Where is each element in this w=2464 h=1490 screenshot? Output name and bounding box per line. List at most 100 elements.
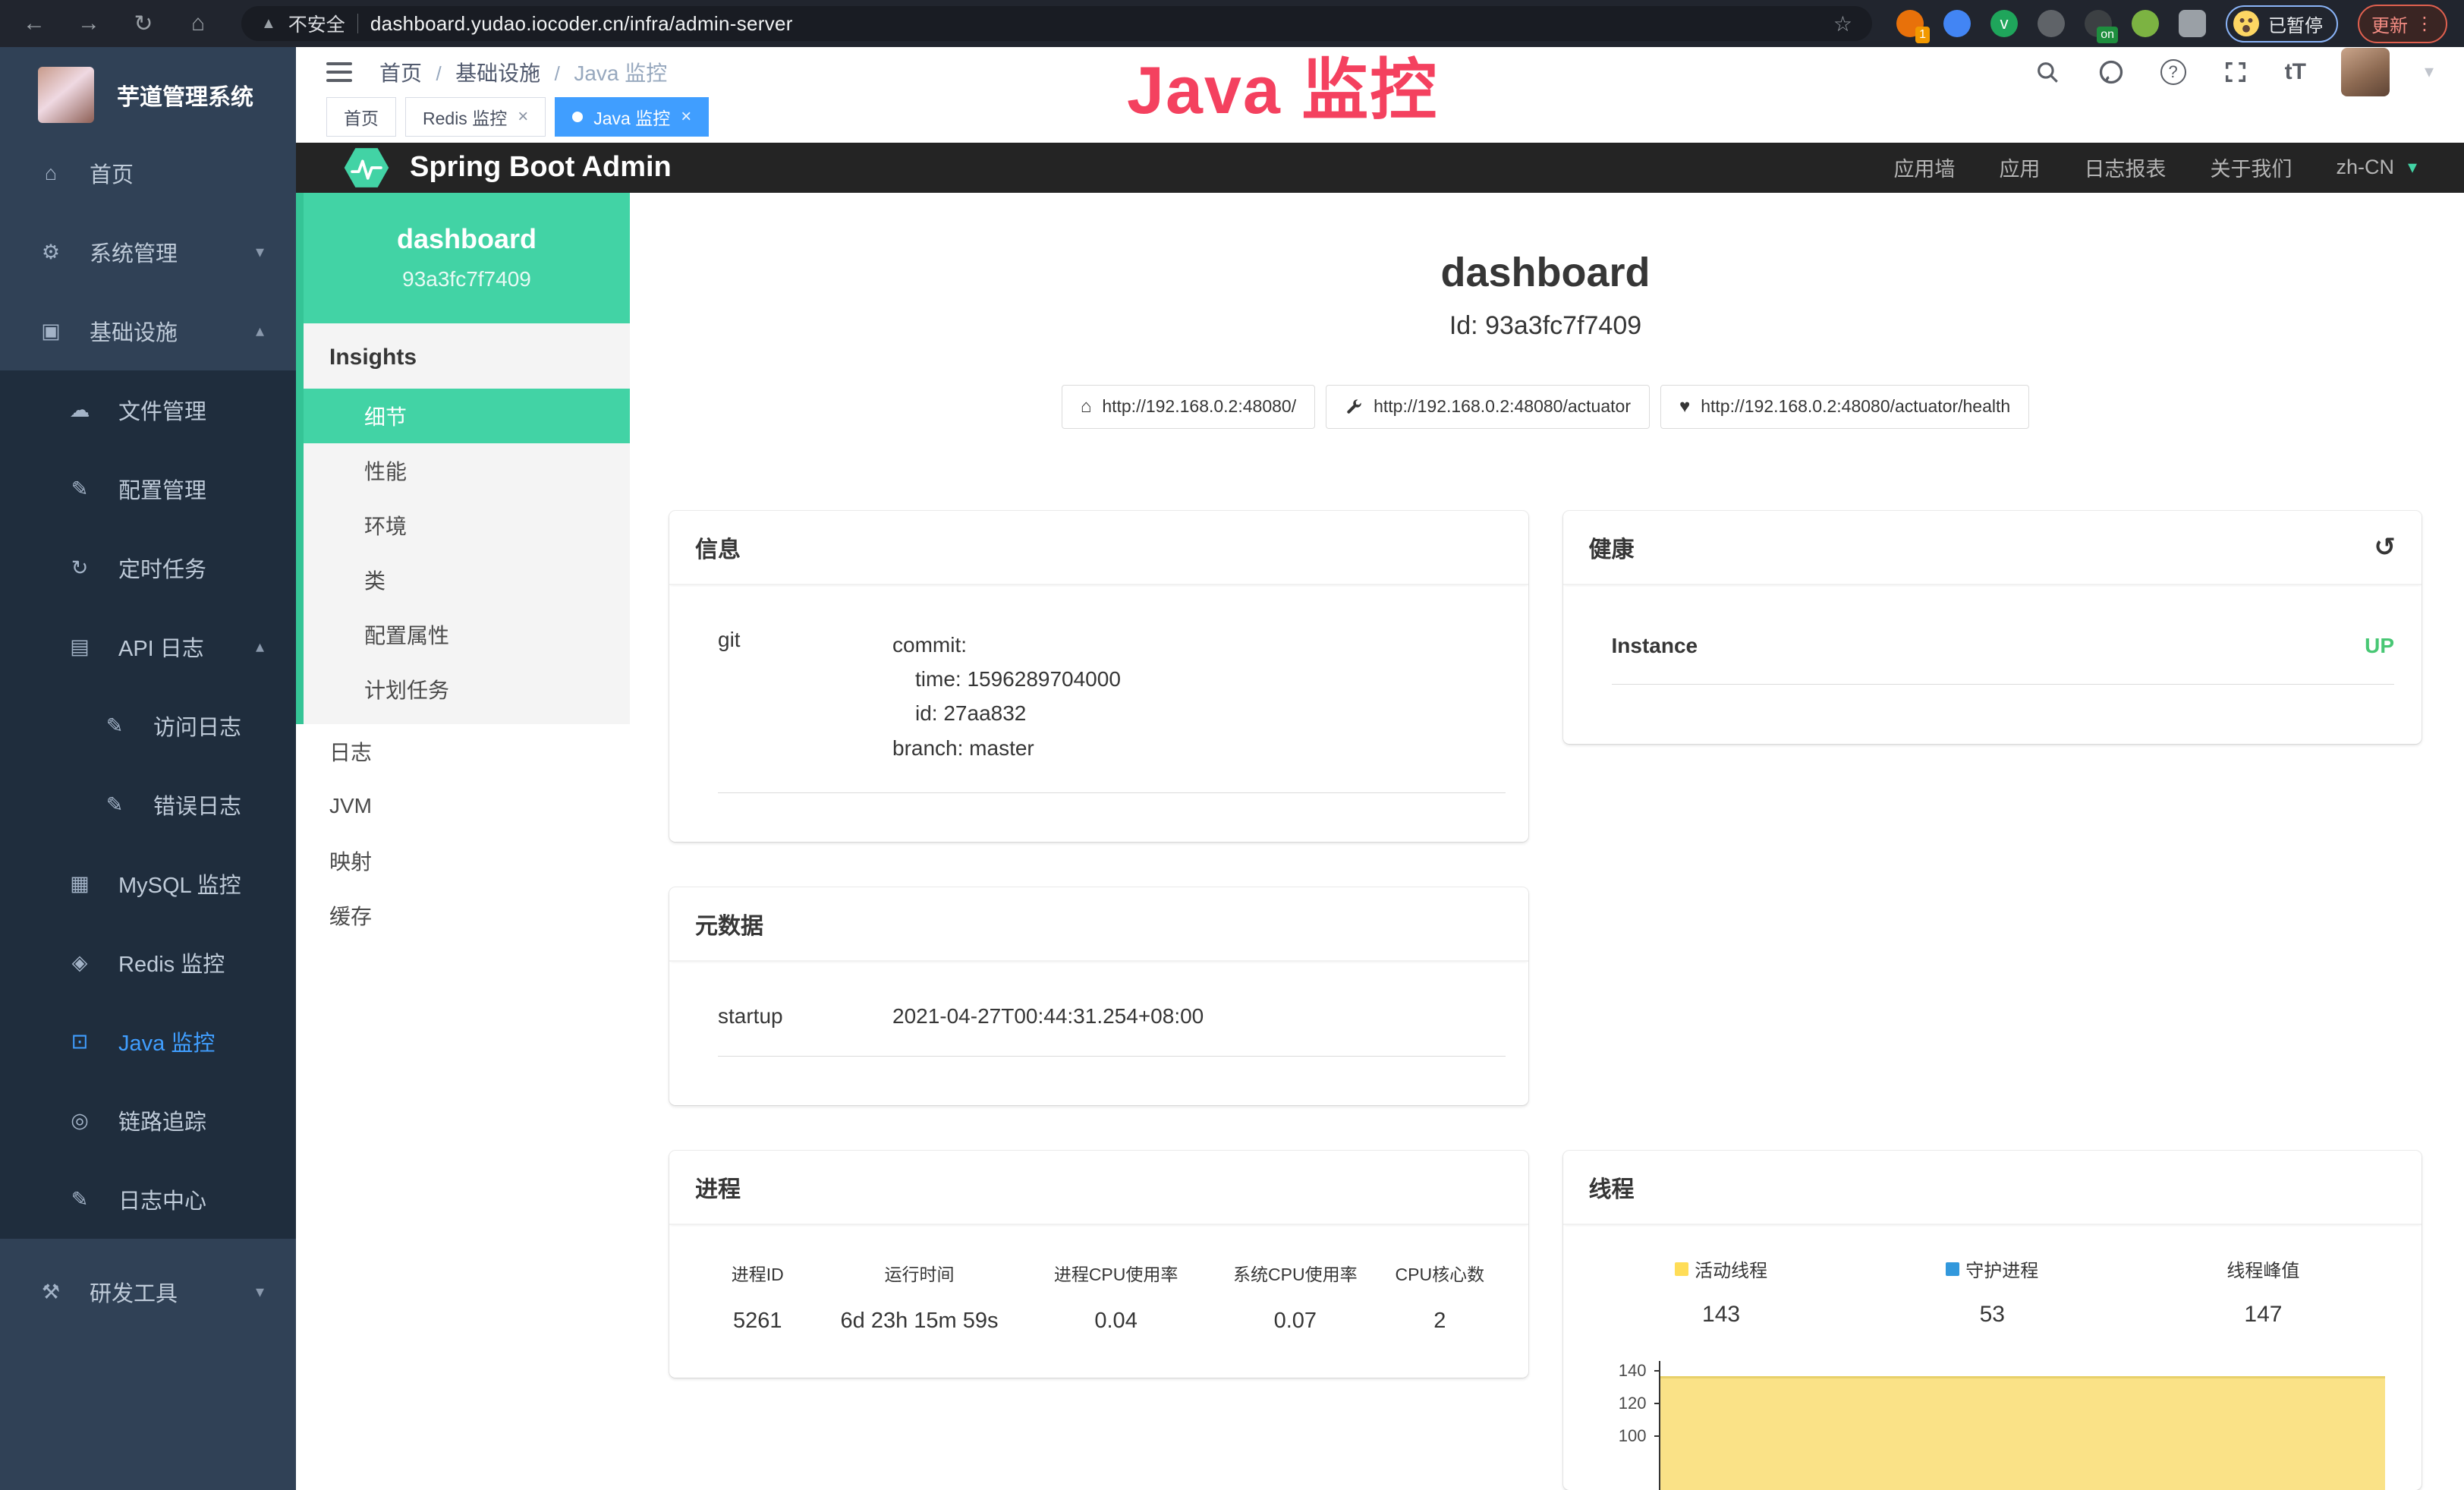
bookmark-star-icon[interactable]: ☆ [1833, 11, 1852, 36]
help-icon[interactable]: ? [2160, 59, 2186, 85]
history-icon[interactable]: ↺ [2374, 532, 2396, 562]
ext-icon-grid[interactable] [2038, 10, 2065, 37]
edit-icon: ✎ [67, 477, 93, 501]
browser-forward-icon[interactable]: → [71, 11, 106, 36]
sidebar-item-label: 首页 [90, 157, 134, 189]
sba-nav-applications[interactable]: 应用 [1999, 153, 2040, 182]
chevron-down-icon: ▾ [256, 1282, 264, 1302]
url-text[interactable]: dashboard.yudao.iocoder.cn/infra/admin-s… [370, 12, 793, 36]
sba-item-details[interactable]: 细节 [304, 389, 630, 443]
browser-back-icon[interactable]: ← [17, 11, 52, 36]
sidebar-item-scheduled-jobs[interactable]: ↻ 定时任务 [0, 528, 296, 607]
breadcrumb-infra[interactable]: 基础设施 [455, 61, 540, 85]
security-label[interactable]: 不安全 [288, 10, 345, 37]
browser-menu-icon[interactable]: ⋮ [2415, 13, 2434, 35]
close-icon[interactable]: × [681, 106, 691, 128]
ext-icon-green-leaf[interactable] [2132, 10, 2159, 37]
ext-icon-blue-pin[interactable] [1943, 10, 1971, 37]
process-col-header: 进程ID [700, 1260, 815, 1286]
breadcrumb-home[interactable]: 首页 [379, 61, 422, 85]
instance-id-line: Id: 93a3fc7f7409 [669, 311, 2422, 341]
search-icon[interactable] [2033, 58, 2062, 87]
tab-java-monitor[interactable]: Java 监控 × [555, 97, 709, 137]
sba-nav-journal[interactable]: 日志报表 [2084, 153, 2166, 182]
github-icon[interactable] [2097, 58, 2126, 87]
screen-icon: ⊡ [67, 1030, 93, 1054]
puzzle-extensions-icon[interactable] [2179, 10, 2206, 37]
sba-item-scheduled-tasks[interactable]: 计划任务 [304, 662, 630, 717]
security-warning-icon[interactable]: ▲ [261, 15, 276, 33]
sidebar-item-java-monitor[interactable]: ⊡ Java 监控 [0, 1002, 296, 1081]
sidebar-item-infra[interactable]: ▣ 基础设施 ▴ [0, 291, 296, 370]
sidebar-item-dev-tools[interactable]: ⚒ 研发工具 ▾ [0, 1252, 296, 1331]
address-bar[interactable]: ▲ 不安全 dashboard.yudao.iocoder.cn/infra/a… [241, 6, 1872, 41]
sidebar-item-api-log[interactable]: ▤ API 日志 ▴ [0, 607, 296, 686]
app-logo-row[interactable]: 芋道管理系统 [0, 47, 296, 134]
health-url-button[interactable]: ♥ http://192.168.0.2:48080/actuator/heal… [1660, 385, 2029, 429]
legend-label: 活动线程 [1695, 1255, 1767, 1282]
sidebar-item-redis-monitor[interactable]: ◈ Redis 监控 [0, 923, 296, 1002]
profile-paused-chip[interactable]: 已暂停 [2226, 5, 2338, 43]
app-title: 芋道管理系统 [117, 78, 253, 112]
sba-item-classes[interactable]: 类 [304, 553, 630, 607]
sba-item-metrics[interactable]: 性能 [304, 443, 630, 498]
process-cpu-value: 0.04 [1024, 1309, 1209, 1334]
breadcrumb-current: Java 监控 [574, 61, 667, 85]
sidebar-item-log-center[interactable]: ✎ 日志中心 [0, 1160, 296, 1239]
sidebar-item-file-manage[interactable]: ☁ 文件管理 [0, 370, 296, 449]
font-size-icon[interactable]: tT [2285, 59, 2306, 85]
ext-icon-orange[interactable]: 1 [1896, 10, 1924, 37]
sidebar-item-label: 文件管理 [118, 394, 206, 426]
paused-label: 已暂停 [2268, 11, 2323, 37]
hamburger-icon[interactable] [326, 62, 352, 82]
tab-redis-monitor[interactable]: Redis 监控 × [405, 97, 546, 137]
sidebar-item-access-log[interactable]: ✎ 访问日志 [0, 686, 296, 765]
chevron-up-icon: ▴ [256, 321, 264, 341]
sba-section-label: Insights [304, 323, 630, 389]
sba-item-mappings[interactable]: 映射 [296, 833, 630, 888]
sidebar-item-error-log[interactable]: ✎ 错误日志 [0, 765, 296, 844]
sba-item-logging[interactable]: 日志 [296, 724, 630, 779]
browser-home-icon[interactable]: ⌂ [181, 11, 216, 36]
database-icon: ▦ [67, 872, 93, 896]
close-icon[interactable]: × [518, 106, 528, 128]
sba-brand-title[interactable]: Spring Boot Admin [410, 151, 672, 184]
sba-item-environment[interactable]: 环境 [304, 498, 630, 553]
sba-item-config-props[interactable]: 配置属性 [304, 607, 630, 662]
sba-item-caches[interactable]: 缓存 [296, 888, 630, 943]
sidebar-item-label: Redis 监控 [118, 947, 225, 978]
active-tab-dot [572, 112, 583, 122]
process-col-header: 系统CPU使用率 [1209, 1260, 1383, 1286]
status-badge: UP [2365, 634, 2394, 658]
fullscreen-icon[interactable] [2221, 58, 2250, 87]
chrome-update-button[interactable]: 更新 ⋮ [2358, 5, 2447, 43]
sidebar-item-label: 配置管理 [118, 473, 206, 505]
actuator-url-button[interactable]: http://192.168.0.2:48080/actuator [1326, 385, 1650, 429]
ext-badge-on: on [2097, 27, 2118, 43]
sidebar-item-home[interactable]: ⌂ 首页 [0, 134, 296, 213]
sba-instance-block[interactable]: dashboard 93a3fc7f7409 [304, 193, 630, 323]
sba-nav-wallboard[interactable]: 应用墙 [1893, 153, 1955, 182]
sba-nav-about[interactable]: 关于我们 [2210, 153, 2292, 182]
sba-insights-section: Insights 细节 性能 环境 类 配置属性 计划任务 [304, 323, 630, 724]
ext-badge-count: 1 [1915, 27, 1930, 43]
sidebar-item-config-manage[interactable]: ✎ 配置管理 [0, 449, 296, 528]
sidebar-item-trace[interactable]: ◎ 链路追踪 [0, 1081, 296, 1160]
browser-reload-icon[interactable]: ↻ [126, 11, 161, 37]
sidebar-item-mysql-monitor[interactable]: ▦ MySQL 监控 [0, 844, 296, 923]
sidebar-item-label: 访问日志 [153, 710, 241, 742]
metadata-startup-row: startup 2021-04-27T00:44:31.254+08:00 [718, 1004, 1506, 1057]
ext-icon-switch[interactable]: on [2085, 10, 2112, 37]
sidebar-item-label: 错误日志 [153, 789, 241, 821]
ext-icon-green-v[interactable]: v [1990, 10, 2018, 37]
handwritten-annotation: Java 监控 [1127, 36, 1438, 133]
sba-locale-select[interactable]: zh-CN [2336, 156, 2394, 179]
avatar-caret-icon[interactable]: ▾ [2425, 61, 2434, 83]
service-url-button[interactable]: ⌂ http://192.168.0.2:48080/ [1062, 385, 1315, 429]
avatar[interactable] [2341, 48, 2390, 96]
sidebar-item-system[interactable]: ⚙ 系统管理 ▾ [0, 213, 296, 291]
home-icon: ⌂ [38, 162, 64, 185]
sba-item-jvm[interactable]: JVM [296, 779, 630, 833]
tab-home[interactable]: 首页 [326, 97, 396, 137]
tab-label: Redis 监控 [423, 104, 507, 130]
